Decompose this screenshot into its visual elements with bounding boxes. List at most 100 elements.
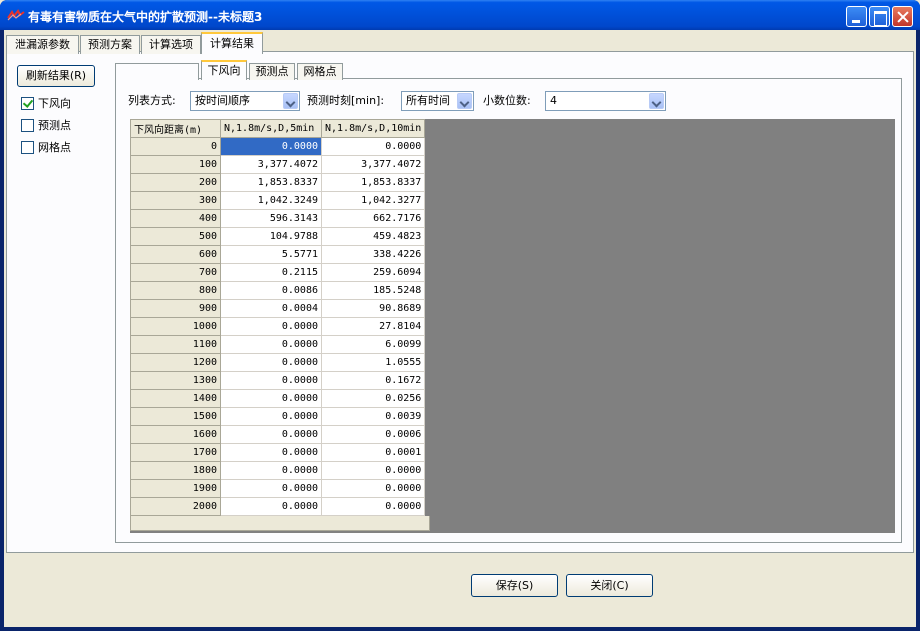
value-cell-10min[interactable]: 0.0000 <box>320 479 426 498</box>
row-distance-cell[interactable]: 1800 <box>130 461 221 480</box>
row-distance-cell[interactable]: 700 <box>130 263 221 282</box>
prediction-time-select[interactable]: 所有时间 <box>401 91 474 111</box>
value-cell-5min[interactable]: 0.2115 <box>220 263 322 282</box>
value-cell-10min[interactable]: 459.4823 <box>320 227 426 246</box>
column-header-10min[interactable]: N,1.8m/s,D,10min <box>320 119 426 138</box>
table-row[interactable]: 800 0.0086 185.5248 <box>130 281 426 300</box>
row-distance-cell[interactable]: 1200 <box>130 353 221 372</box>
table-row[interactable]: 1600 0.0000 0.0006 <box>130 425 426 444</box>
chevron-down-icon[interactable] <box>457 93 472 109</box>
results-grid[interactable]: 下风向距离(m) N,1.8m/s,D,5min N,1.8m/s,D,10mi… <box>130 119 895 533</box>
table-row[interactable]: 1700 0.0000 0.0001 <box>130 443 426 462</box>
value-cell-10min[interactable]: 6.0099 <box>320 335 426 354</box>
row-distance-cell[interactable]: 300 <box>130 191 221 210</box>
value-cell-10min[interactable]: 0.1672 <box>320 371 426 390</box>
value-cell-10min[interactable]: 1.0555 <box>320 353 426 372</box>
table-row[interactable]: 1300 0.0000 0.1672 <box>130 371 426 390</box>
tab-prediction-points[interactable]: 预测点 <box>249 63 295 80</box>
row-distance-cell[interactable]: 900 <box>130 299 221 318</box>
row-distance-cell[interactable]: 100 <box>130 155 221 174</box>
value-cell-5min[interactable]: 5.5771 <box>220 245 322 264</box>
value-cell-5min[interactable]: 0.0000 <box>220 317 322 336</box>
list-mode-select[interactable]: 按时间顺序 <box>190 91 300 111</box>
tab-calc-options[interactable]: 计算选项 <box>141 35 201 54</box>
value-cell-10min[interactable]: 0.0001 <box>320 443 426 462</box>
value-cell-5min[interactable]: 1,853.8337 <box>220 173 322 192</box>
tab-calc-results[interactable]: 计算结果 <box>201 32 263 54</box>
row-distance-cell[interactable]: 200 <box>130 173 221 192</box>
table-row[interactable]: 1000 0.0000 27.8104 <box>130 317 426 336</box>
value-cell-10min[interactable]: 90.8689 <box>320 299 426 318</box>
minimize-button[interactable] <box>846 6 867 27</box>
table-row[interactable]: 500 104.9788 459.4823 <box>130 227 426 246</box>
table-row[interactable]: 700 0.2115 259.6094 <box>130 263 426 282</box>
table-row[interactable]: 1800 0.0000 0.0000 <box>130 461 426 480</box>
value-cell-10min[interactable]: 259.6094 <box>320 263 426 282</box>
row-distance-cell[interactable]: 600 <box>130 245 221 264</box>
maximize-button[interactable] <box>869 6 890 27</box>
tab-source-params[interactable]: 泄漏源参数 <box>6 35 79 54</box>
row-distance-cell[interactable]: 500 <box>130 227 221 246</box>
value-cell-5min[interactable]: 0.0000 <box>220 425 322 444</box>
table-row[interactable]: 2000 0.0000 0.0000 <box>130 497 426 516</box>
row-distance-cell[interactable]: 0 <box>130 137 221 156</box>
row-distance-cell[interactable]: 1400 <box>130 389 221 408</box>
value-cell-5min[interactable]: 0.0000 <box>220 497 322 516</box>
close-button[interactable]: 关闭(C) <box>566 574 653 597</box>
table-row[interactable]: 900 0.0004 90.8689 <box>130 299 426 318</box>
table-row[interactable]: 300 1,042.3249 1,042.3277 <box>130 191 426 210</box>
row-distance-cell[interactable]: 1300 <box>130 371 221 390</box>
value-cell-10min[interactable]: 27.8104 <box>320 317 426 336</box>
value-cell-10min[interactable]: 0.0000 <box>320 137 426 156</box>
tab-grid-points[interactable]: 网格点 <box>297 63 343 80</box>
value-cell-10min[interactable]: 0.0039 <box>320 407 426 426</box>
value-cell-5min[interactable]: 3,377.4072 <box>220 155 322 174</box>
checkbox-prediction-points-box[interactable] <box>21 119 34 132</box>
table-row[interactable]: 1400 0.0000 0.0256 <box>130 389 426 408</box>
value-cell-5min[interactable]: 0.0000 <box>220 371 322 390</box>
row-distance-cell[interactable]: 1100 <box>130 335 221 354</box>
row-distance-cell[interactable]: 1500 <box>130 407 221 426</box>
checkbox-downwind-box[interactable] <box>21 97 34 110</box>
value-cell-5min[interactable]: 104.9788 <box>220 227 322 246</box>
table-row[interactable]: 0 0.0000 0.0000 <box>130 137 426 156</box>
value-cell-10min[interactable]: 0.0006 <box>320 425 426 444</box>
table-row[interactable]: 1200 0.0000 1.0555 <box>130 353 426 372</box>
row-distance-cell[interactable]: 1000 <box>130 317 221 336</box>
column-header-5min[interactable]: N,1.8m/s,D,5min <box>220 119 322 138</box>
value-cell-5min[interactable]: 0.0000 <box>220 353 322 372</box>
value-cell-10min[interactable]: 338.4226 <box>320 245 426 264</box>
value-cell-5min[interactable]: 0.0086 <box>220 281 322 300</box>
value-cell-10min[interactable]: 0.0000 <box>320 497 426 516</box>
table-row[interactable]: 1900 0.0000 0.0000 <box>130 479 426 498</box>
row-distance-cell[interactable]: 1900 <box>130 479 221 498</box>
value-cell-5min[interactable]: 0.0000 <box>220 461 322 480</box>
value-cell-5min[interactable]: 1,042.3249 <box>220 191 322 210</box>
value-cell-10min[interactable]: 3,377.4072 <box>320 155 426 174</box>
close-window-button[interactable] <box>892 6 913 27</box>
value-cell-5min[interactable]: 596.3143 <box>220 209 322 228</box>
table-row[interactable]: 100 3,377.4072 3,377.4072 <box>130 155 426 174</box>
tab-prediction-plan[interactable]: 预测方案 <box>80 35 140 54</box>
tab-downwind[interactable]: 下风向 <box>201 60 247 80</box>
row-distance-cell[interactable]: 2000 <box>130 497 221 516</box>
chevron-down-icon[interactable] <box>283 93 298 109</box>
table-row[interactable]: 400 596.3143 662.7176 <box>130 209 426 228</box>
table-row[interactable]: 200 1,853.8337 1,853.8337 <box>130 173 426 192</box>
value-cell-10min[interactable]: 1,042.3277 <box>320 191 426 210</box>
value-cell-5min[interactable]: 0.0000 <box>220 407 322 426</box>
column-header-distance[interactable]: 下风向距离(m) <box>130 119 221 138</box>
value-cell-10min[interactable]: 662.7176 <box>320 209 426 228</box>
value-cell-10min[interactable]: 1,853.8337 <box>320 173 426 192</box>
value-cell-5min[interactable]: 0.0000 <box>220 479 322 498</box>
table-row[interactable]: 1500 0.0000 0.0039 <box>130 407 426 426</box>
value-cell-10min[interactable]: 0.0256 <box>320 389 426 408</box>
table-row[interactable]: 1100 0.0000 6.0099 <box>130 335 426 354</box>
value-cell-5min[interactable]: 0.0000 <box>220 137 322 156</box>
value-cell-5min[interactable]: 0.0000 <box>220 335 322 354</box>
value-cell-5min[interactable]: 0.0000 <box>220 443 322 462</box>
row-distance-cell[interactable]: 1700 <box>130 443 221 462</box>
decimal-places-select[interactable]: 4 <box>545 91 666 111</box>
value-cell-10min[interactable]: 185.5248 <box>320 281 426 300</box>
chevron-down-icon[interactable] <box>649 93 664 109</box>
